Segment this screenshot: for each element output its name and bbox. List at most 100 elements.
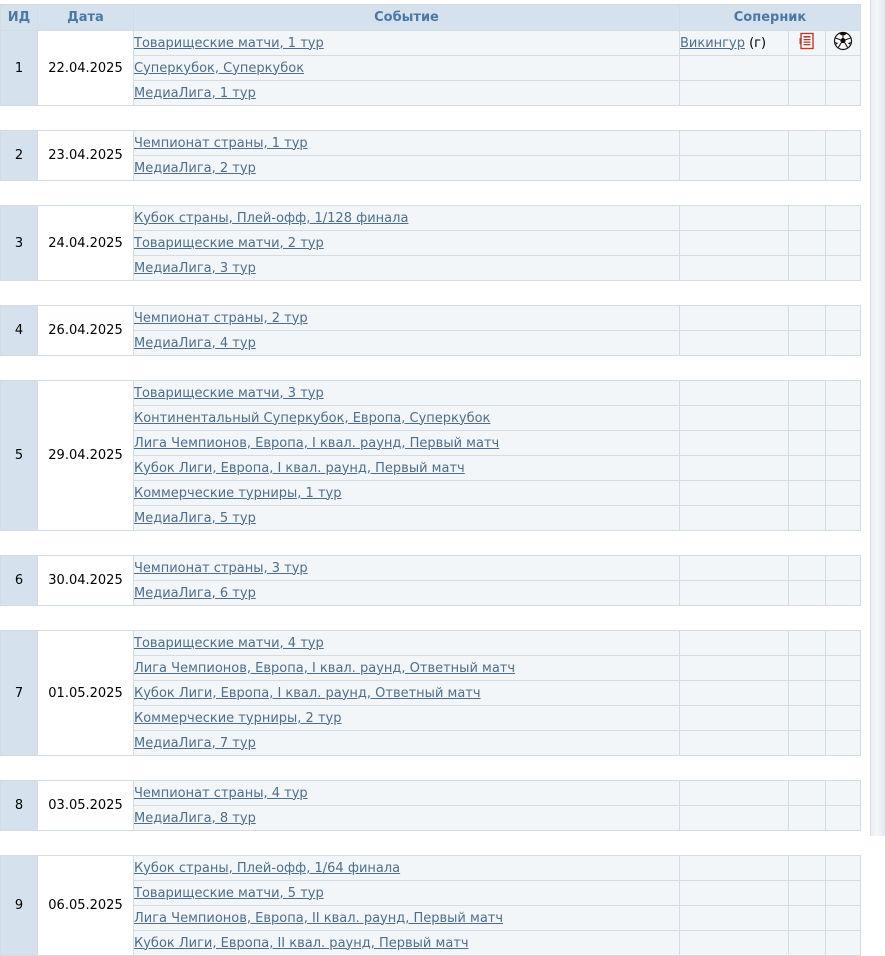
opponent-cell: [679, 380, 789, 406]
report-cell: [788, 55, 826, 81]
event-link[interactable]: Кубок Лиги, Европа, I квал. раунд, Первы…: [135, 461, 465, 476]
venue-label: (г): [749, 35, 767, 51]
event-cell: Кубок Лиги, Европа, I квал. раунд, Ответ…: [133, 680, 680, 706]
event-cell: Кубок страны, Плей-офф, 1/128 финала: [133, 205, 680, 231]
event-cell: Лига Чемпионов, Европа, I квал. раунд, О…: [133, 655, 680, 681]
column-header-date[interactable]: Дата: [37, 4, 134, 31]
opponent-cell: Викингур (г): [679, 30, 789, 56]
event-link[interactable]: Чемпионат страны, 1 тур: [135, 136, 308, 151]
event-link[interactable]: Кубок страны, Плей-офф, 1/64 финала: [135, 861, 401, 876]
day-id-cell: 7: [0, 630, 38, 756]
report-cell: [788, 305, 826, 331]
table-row: 6 30.04.2025 Чемпионат страны, 3 тур: [0, 555, 861, 606]
report-cell: [788, 80, 826, 106]
report-cell: [788, 730, 826, 756]
opponent-cell: [679, 505, 789, 531]
day-id-cell: 8: [0, 780, 38, 831]
event-link[interactable]: Товарищеские матчи, 1 тур: [135, 36, 324, 51]
report-icon[interactable]: [798, 32, 816, 54]
day-id-cell: 9: [0, 855, 38, 956]
event-link[interactable]: Товарищеские матчи, 5 тур: [135, 886, 324, 901]
match-cell: [825, 880, 861, 906]
event-link[interactable]: Чемпионат страны, 3 тур: [135, 561, 308, 576]
column-header-event[interactable]: Событие: [133, 4, 680, 31]
column-header-opponent[interactable]: Соперник: [679, 4, 861, 31]
match-cell: [825, 330, 861, 356]
report-cell: [788, 780, 826, 806]
day-separator: [0, 830, 861, 856]
event-link[interactable]: МедиаЛига, 3 тур: [135, 261, 256, 276]
column-header-id[interactable]: ИД: [0, 4, 38, 31]
opponent-cell: [679, 205, 789, 231]
event-cell: МедиаЛига, 3 тур: [133, 255, 680, 281]
event-link[interactable]: МедиаЛига, 7 тур: [135, 736, 256, 751]
ball-icon[interactable]: [833, 31, 853, 55]
report-cell: [788, 405, 826, 431]
event-link[interactable]: Континентальный Суперкубок, Европа, Супе…: [135, 411, 491, 426]
schedule-body: 1 22.04.2025 Товарищеские матчи, 1 тур Вики…: [0, 30, 861, 956]
event-cell: Коммерческие турниры, 1 тур: [133, 480, 680, 506]
opponent-cell: [679, 855, 789, 881]
table-row: 8 03.05.2025 Чемпионат страны, 4 тур: [0, 780, 861, 831]
opponent-cell: [679, 555, 789, 581]
event-link[interactable]: МедиаЛига, 8 тур: [135, 811, 256, 826]
match-cell: [825, 155, 861, 181]
opponent-cell: [679, 880, 789, 906]
event-cell: Товарищеские матчи, 2 тур: [133, 230, 680, 256]
event-link[interactable]: МедиаЛига, 2 тур: [135, 161, 256, 176]
opponent-cell: [679, 930, 789, 956]
event-cell: Кубок страны, Плей-офф, 1/64 финала: [133, 855, 680, 881]
event-link[interactable]: Товарищеские матчи, 4 тур: [135, 636, 324, 651]
opponent-cell: [679, 730, 789, 756]
event-link[interactable]: Коммерческие турниры, 1 тур: [135, 486, 342, 501]
day-date-cell: 03.05.2025: [37, 780, 134, 831]
event-link[interactable]: Лига Чемпионов, Европа, I квал. раунд, О…: [135, 661, 516, 676]
day-date-cell: 22.04.2025: [37, 30, 134, 106]
table-row: 7 01.05.2025 Товарищеские матчи, 4 тур: [0, 630, 861, 756]
event-link[interactable]: МедиаЛига, 4 тур: [135, 336, 256, 351]
opponent-cell: [679, 905, 789, 931]
match-cell: [825, 80, 861, 106]
day-date-cell: 30.04.2025: [37, 555, 134, 606]
event-link[interactable]: Кубок страны, Плей-офф, 1/128 финала: [135, 211, 409, 226]
event-link[interactable]: МедиаЛига, 6 тур: [135, 586, 256, 601]
event-link[interactable]: МедиаЛига, 1 тур: [135, 86, 256, 101]
opponent-cell: [679, 130, 789, 156]
match-cell: [825, 580, 861, 606]
table-row: 5 29.04.2025 Товарищеские матчи, 3 тур: [0, 380, 861, 531]
event-link[interactable]: Товарищеские матчи, 3 тур: [135, 386, 324, 401]
match-cell: [825, 305, 861, 331]
match-cell: [825, 680, 861, 706]
event-cell: Товарищеские матчи, 4 тур: [133, 630, 680, 656]
day-date-cell: 01.05.2025: [37, 630, 134, 756]
report-cell: [788, 630, 826, 656]
report-cell: [788, 255, 826, 281]
event-link[interactable]: Кубок Лиги, Европа, II квал. раунд, Перв…: [135, 936, 469, 951]
event-link[interactable]: Коммерческие турниры, 2 тур: [135, 711, 342, 726]
match-cell: [825, 505, 861, 531]
vertical-scrollbar[interactable]: [870, 0, 885, 836]
separator-cell: [0, 280, 861, 306]
opponent-link[interactable]: Викингур: [681, 36, 745, 51]
event-link[interactable]: Кубок Лиги, Европа, I квал. раунд, Ответ…: [135, 686, 481, 701]
event-link[interactable]: Лига Чемпионов, Европа, I квал. раунд, П…: [135, 436, 500, 451]
opponent-cell: [679, 430, 789, 456]
table-row: 4 26.04.2025 Чемпионат страны, 2 тур: [0, 305, 861, 356]
match-cell: [825, 780, 861, 806]
day-separator: [0, 355, 861, 381]
event-link[interactable]: Чемпионат страны, 4 тур: [135, 786, 308, 801]
report-cell: [788, 230, 826, 256]
report-cell: [788, 880, 826, 906]
match-cell: [825, 405, 861, 431]
report-cell: [788, 905, 826, 931]
opponent-cell: [679, 330, 789, 356]
event-link[interactable]: МедиаЛига, 5 тур: [135, 511, 256, 526]
report-cell: [788, 130, 826, 156]
separator-cell: [0, 605, 861, 631]
event-link[interactable]: Товарищеские матчи, 2 тур: [135, 236, 324, 251]
event-link[interactable]: Лига Чемпионов, Европа, II квал. раунд, …: [135, 911, 504, 926]
event-link[interactable]: Суперкубок, Суперкубок: [135, 61, 305, 76]
opponent-cell: [679, 405, 789, 431]
day-id-cell: 5: [0, 380, 38, 531]
event-link[interactable]: Чемпионат страны, 2 тур: [135, 311, 308, 326]
